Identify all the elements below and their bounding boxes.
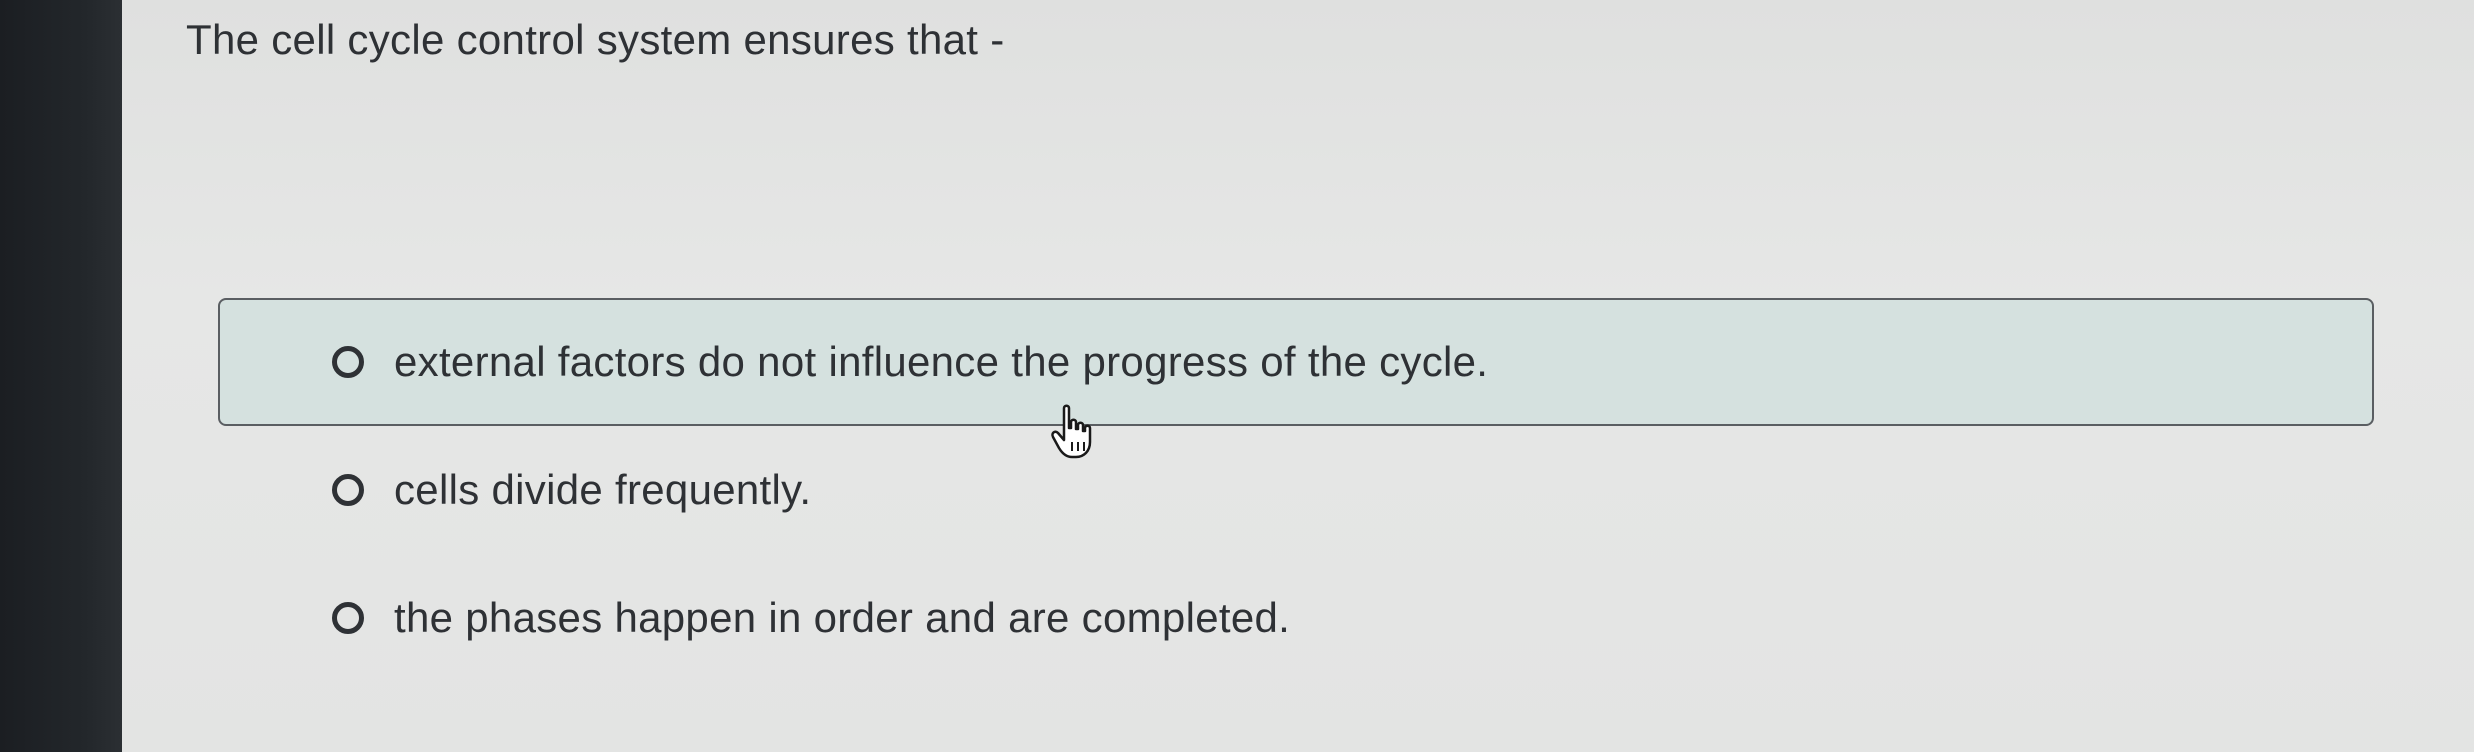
radio-button-icon[interactable] [332,346,364,378]
radio-button-icon[interactable] [332,602,364,634]
answer-option-label: cells divide frequently. [394,466,812,513]
answer-option-label: external factors do not influence the pr… [394,338,1489,385]
question-text: The cell cycle control system ensures th… [186,16,1005,63]
answer-option-1[interactable]: external factors do not influence the pr… [218,298,2374,426]
answer-option-label: the phases happen in order and are compl… [394,594,1291,641]
answer-option-2[interactable]: cells divide frequently. [218,426,2374,554]
hand-pointer-icon [1051,404,1092,459]
radio-button-icon[interactable] [332,474,364,506]
screen-bezel [0,0,122,752]
answer-options: external factors do not influence the pr… [218,298,2374,682]
quiz-screen: The cell cycle control system ensures th… [122,0,2474,752]
answer-option-3[interactable]: the phases happen in order and are compl… [218,554,2374,682]
